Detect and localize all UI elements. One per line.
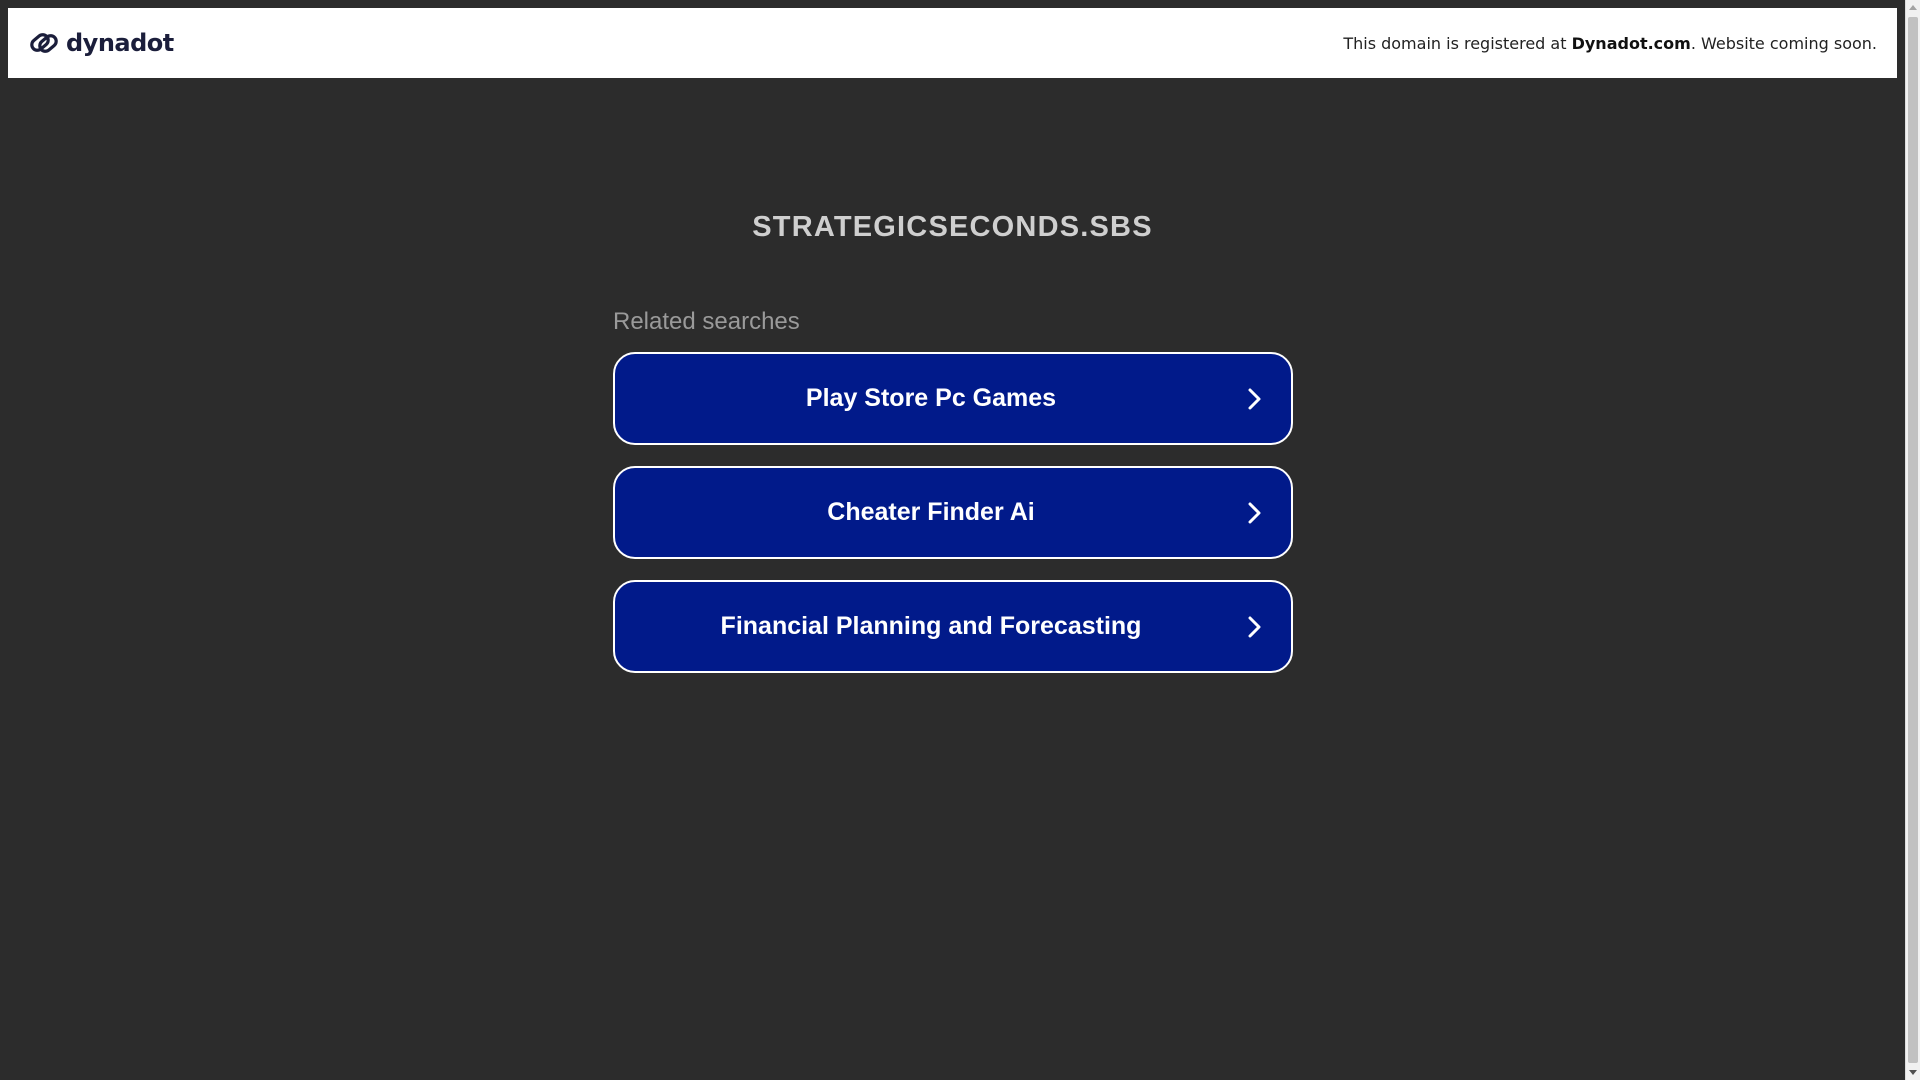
notice-prefix: This domain is registered at: [1343, 33, 1572, 53]
dynadot-link-logo-icon: [30, 33, 58, 53]
related-search-label: Cheater Finder Ai: [827, 498, 1035, 526]
related-searches-list: Play Store Pc Games Cheater Finder Ai Fi…: [613, 352, 1293, 673]
scrollbar-thumb[interactable]: [1908, 17, 1918, 1063]
related-search-label: Financial Planning and Forecasting: [720, 612, 1142, 640]
related-search-button-3[interactable]: Financial Planning and Forecasting: [613, 580, 1293, 673]
notice-brand-link[interactable]: Dynadot.com: [1572, 34, 1691, 53]
notice-suffix: . Website coming soon.: [1690, 33, 1877, 53]
related-searches-heading: Related searches: [613, 308, 800, 335]
domain-title: STRATEGICSECONDS.SBS: [752, 211, 1153, 243]
chevron-right-icon: [1248, 616, 1261, 637]
scroll-down-arrow-icon[interactable]: [1909, 1070, 1917, 1075]
chevron-right-icon: [1248, 502, 1261, 523]
dynadot-logo[interactable]: dynadot: [28, 27, 174, 59]
registration-notice: This domain is registered at Dynadot.com…: [1343, 34, 1877, 53]
chevron-right-icon: [1248, 388, 1261, 409]
top-bar: dynadot This domain is registered at Dyn…: [8, 8, 1897, 78]
related-search-label: Play Store Pc Games: [805, 384, 1057, 412]
related-search-button-1[interactable]: Play Store Pc Games: [613, 352, 1293, 445]
scroll-up-arrow-icon[interactable]: [1909, 5, 1917, 10]
related-search-button-2[interactable]: Cheater Finder Ai: [613, 466, 1293, 559]
logo-text: dynadot: [66, 29, 174, 57]
vertical-scrollbar[interactable]: [1905, 0, 1920, 1080]
